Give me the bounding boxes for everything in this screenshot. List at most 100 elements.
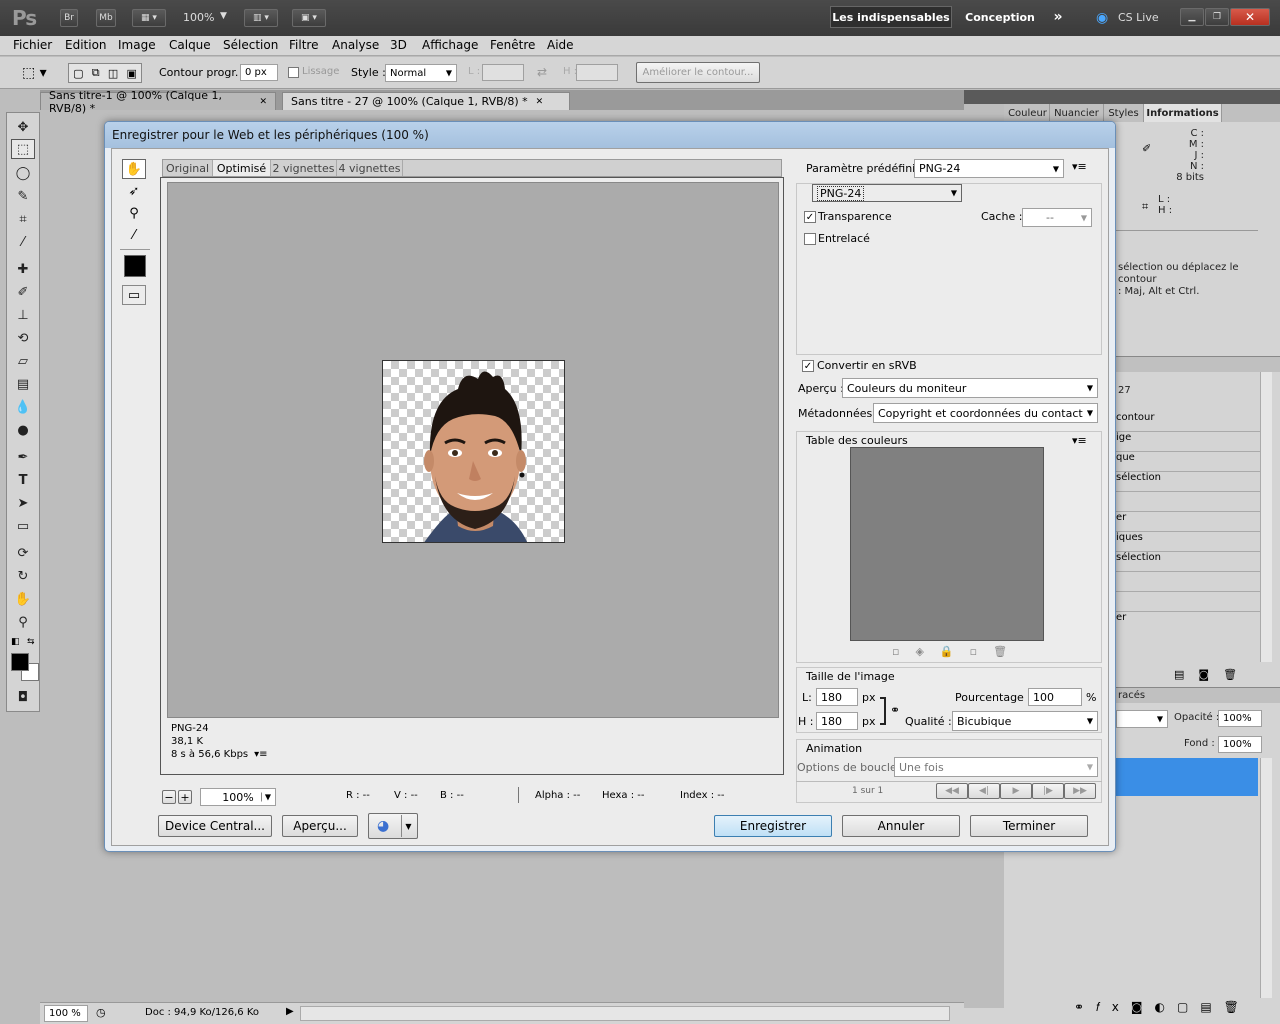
hand-tool-icon[interactable]: ✋: [122, 159, 146, 179]
menu-edition[interactable]: Edition: [65, 38, 107, 52]
lasso-tool-icon[interactable]: ◯: [11, 163, 35, 183]
color-table-menu-icon[interactable]: ▾≡: [1072, 434, 1087, 447]
history-item[interactable]: [1116, 492, 1260, 512]
history-item[interactable]: contour: [1116, 412, 1260, 432]
tab-original[interactable]: Original: [163, 160, 213, 176]
menu-affichage[interactable]: Affichage: [422, 38, 478, 52]
menu-selection[interactable]: Sélection: [223, 38, 278, 52]
convert-srgb-checkbox[interactable]: ✓: [802, 360, 814, 372]
history-item[interactable]: que: [1116, 452, 1260, 472]
link-icon[interactable]: ⚭: [890, 703, 900, 717]
marquee-preset-icon[interactable]: ⬚ ▾: [22, 65, 47, 81]
metadata-select[interactable]: Copyright et coordonnées du contact ▼: [873, 403, 1098, 423]
history-item[interactable]: er: [1116, 612, 1260, 632]
zoom-dropdown-icon[interactable]: ▼: [220, 11, 227, 21]
intersect-selection-icon[interactable]: ▣: [126, 67, 136, 80]
3d-rotate-tool-icon[interactable]: ⟳: [11, 543, 35, 563]
quality-select[interactable]: Bicubique ▼: [952, 711, 1098, 731]
menu-fenetre[interactable]: Fenêtre: [490, 38, 535, 52]
menu-aide[interactable]: Aide: [547, 38, 574, 52]
done-button[interactable]: Terminer: [970, 815, 1088, 837]
tab-4-vignettes[interactable]: 4 vignettes: [337, 160, 403, 176]
save-button[interactable]: Enregistrer: [714, 815, 832, 837]
screen-mode-button[interactable]: ▣ ▾: [292, 9, 326, 27]
eyedropper-color-swatch[interactable]: [124, 255, 146, 277]
preview-canvas[interactable]: [167, 182, 779, 718]
toggle-slices-icon[interactable]: ▭: [122, 285, 146, 305]
history-item[interactable]: sélection: [1116, 472, 1260, 492]
menu-image[interactable]: Image: [118, 38, 156, 52]
history-footer-icons[interactable]: ▤◙🗑: [1174, 668, 1251, 681]
stamp-tool-icon[interactable]: ⊥: [11, 305, 35, 325]
minibridge-button[interactable]: Mb: [96, 9, 116, 27]
history-item[interactable]: [1116, 592, 1260, 612]
history-item[interactable]: [1116, 572, 1260, 592]
horizontal-scrollbar[interactable]: [300, 1006, 950, 1021]
foreground-color-swatch[interactable]: [11, 653, 29, 671]
transparency-checkbox[interactable]: ✓: [804, 211, 816, 223]
tab-couleur[interactable]: Couleur: [1006, 104, 1050, 122]
layers-scrollbar[interactable]: [1260, 758, 1272, 998]
antialias-checkbox[interactable]: [288, 67, 299, 78]
3d-orbit-tool-icon[interactable]: ↻: [11, 566, 35, 586]
pen-tool-icon[interactable]: ✒: [11, 447, 35, 467]
format-select[interactable]: PNG-24 ▼: [812, 184, 962, 202]
opacity-input[interactable]: 100%: [1218, 710, 1262, 727]
brush-tool-icon[interactable]: ✐: [11, 282, 35, 302]
menu-icon[interactable]: ▾≡: [254, 749, 267, 760]
selected-layer-row[interactable]: [1116, 758, 1258, 796]
selection-mode-group[interactable]: ▢ ⧉ ◫ ▣: [68, 63, 142, 83]
workspace-design[interactable]: Conception: [958, 6, 1042, 28]
path-select-tool-icon[interactable]: ➤: [11, 493, 35, 513]
cancel-button[interactable]: Annuler: [842, 815, 960, 837]
eyedropper-tool-icon[interactable]: ⁄: [11, 232, 35, 252]
preview-button[interactable]: Aperçu...: [282, 815, 358, 837]
tab-optimise[interactable]: Optimisé: [213, 160, 271, 176]
zoom-select[interactable]: 100% ▼: [200, 788, 276, 806]
status-zoom[interactable]: 100 %: [44, 1005, 88, 1022]
size-height-input[interactable]: 180: [816, 712, 858, 730]
tab-2-vignettes[interactable]: 2 vignettes: [271, 160, 337, 176]
subtract-selection-icon[interactable]: ◫: [108, 67, 118, 80]
quick-mask-icon[interactable]: ◘: [11, 687, 35, 707]
zoom-in-button[interactable]: +: [178, 790, 192, 804]
history-item[interactable]: sélection: [1116, 552, 1260, 572]
history-item[interactable]: er: [1116, 512, 1260, 532]
swap-colors-icon[interactable]: ⇆: [27, 637, 35, 647]
dodge-tool-icon[interactable]: ●: [11, 420, 35, 440]
history-item[interactable]: ige: [1116, 432, 1260, 452]
zoom-level[interactable]: 100%: [183, 11, 214, 24]
optimize-menu-icon[interactable]: ▾≡: [1072, 160, 1087, 173]
zoom-tool-icon[interactable]: ⚲: [122, 203, 146, 223]
arrange-docs-button[interactable]: ▥ ▾: [244, 9, 278, 27]
menu-analyse[interactable]: Analyse: [332, 38, 379, 52]
color-table-footer-icons[interactable]: ▫◈🔒▫🗑: [892, 645, 1023, 658]
eyedropper-tool-icon[interactable]: ⁄: [122, 225, 146, 245]
crop-tool-icon[interactable]: ⌗: [11, 209, 35, 229]
size-width-input[interactable]: 180: [816, 688, 858, 706]
quick-select-tool-icon[interactable]: ✎: [11, 186, 35, 206]
type-tool-icon[interactable]: T: [11, 470, 35, 490]
menu-calque[interactable]: Calque: [169, 38, 211, 52]
zoom-out-button[interactable]: −: [162, 790, 176, 804]
color-table-swatches[interactable]: [850, 447, 1044, 641]
tab-doc-2[interactable]: Sans titre - 27 @ 100% (Calque 1, RVB/8)…: [282, 92, 570, 110]
browser-select[interactable]: ◕ ▼: [368, 813, 418, 839]
bridge-button[interactable]: Br: [60, 9, 78, 27]
history-brush-tool-icon[interactable]: ⟲: [11, 328, 35, 348]
style-select[interactable]: Normal ▼: [385, 64, 457, 82]
gradient-tool-icon[interactable]: ▤: [11, 374, 35, 394]
blend-mode-select[interactable]: ▼: [1116, 710, 1168, 728]
more-workspaces-icon[interactable]: »: [1046, 6, 1070, 28]
eraser-tool-icon[interactable]: ▱: [11, 351, 35, 371]
zoom-tool-icon[interactable]: ⚲: [11, 612, 35, 632]
extras-menu-button[interactable]: ▦ ▾: [132, 9, 166, 27]
restore-button[interactable]: ❐: [1205, 8, 1229, 26]
close-button[interactable]: ✕: [1230, 8, 1270, 26]
tab-nuancier[interactable]: Nuancier: [1050, 104, 1104, 122]
tab-doc-1[interactable]: Sans titre-1 @ 100% (Calque 1, RVB/8) * ✕: [40, 89, 276, 115]
move-tool-icon[interactable]: ✥: [11, 117, 35, 137]
minimize-button[interactable]: ▁: [1180, 8, 1204, 26]
add-selection-icon[interactable]: ⧉: [92, 66, 100, 80]
layers-footer-icons[interactable]: ⚭𝑓x◙◐▢▤🗑: [1074, 1000, 1251, 1015]
